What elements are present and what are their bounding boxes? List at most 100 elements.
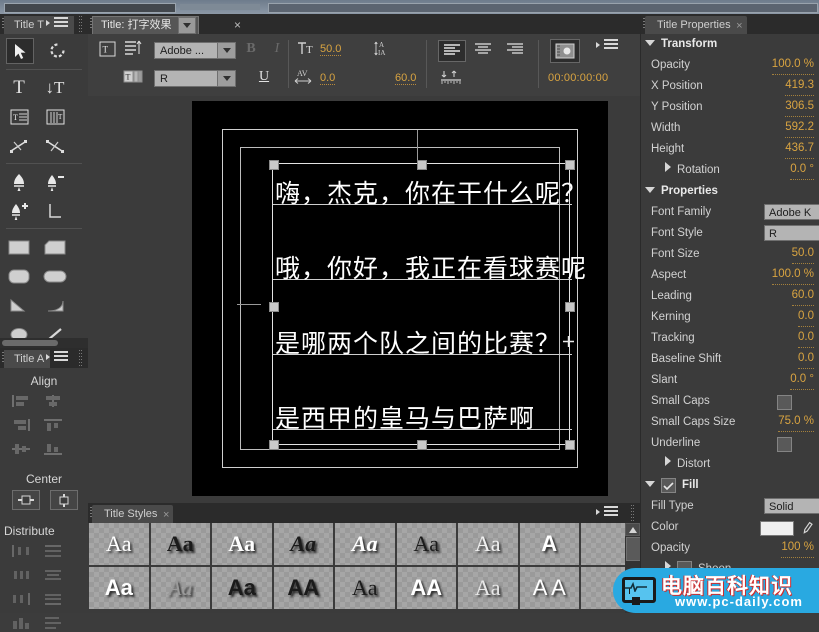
distribute-bottom-button[interactable] <box>40 590 66 608</box>
canvas-text-line-3[interactable]: 是哪两个队之间的比赛？ <box>275 324 561 360</box>
tab-title-styles[interactable]: Title Styles × <box>92 505 174 523</box>
chevron-down-icon[interactable] <box>645 187 655 193</box>
property-row[interactable]: Tracking 0.0 <box>641 328 819 349</box>
property-value[interactable]: 592.2 <box>785 118 814 138</box>
bold-button[interactable]: B <box>240 40 262 58</box>
style-swatch[interactable]: Aa <box>150 567 210 609</box>
property-row[interactable]: Font Family Adobe K <box>641 202 819 223</box>
style-swatch[interactable]: A A <box>519 567 579 609</box>
property-checkbox[interactable] <box>777 395 792 410</box>
wedge-tool[interactable] <box>6 293 32 317</box>
align-center-horizontal-button[interactable] <box>40 392 66 410</box>
style-swatch[interactable]: Aa <box>89 567 149 609</box>
arc-tool[interactable] <box>42 293 68 317</box>
property-combo[interactable]: Solid <box>764 498 819 514</box>
property-group-header[interactable]: Transform <box>641 34 819 55</box>
property-row[interactable]: Underline <box>641 433 819 454</box>
group-checkbox[interactable] <box>661 478 676 493</box>
chevron-right-icon[interactable] <box>665 456 671 466</box>
property-row[interactable]: Small Caps Size 75.0 % <box>641 412 819 433</box>
style-swatch[interactable]: Aa <box>150 523 210 565</box>
panel-dock-grip-icon[interactable] <box>78 350 83 366</box>
leading-value[interactable]: 60.0 <box>395 72 417 85</box>
type-tool[interactable]: T <box>6 76 32 100</box>
style-swatch[interactable]: Aa <box>458 523 518 565</box>
italic-button[interactable]: I <box>266 40 288 58</box>
style-swatch[interactable]: Aa <box>458 567 518 609</box>
vertical-type-tool[interactable]: ↓T <box>42 76 68 100</box>
property-value[interactable]: 100.0 % <box>771 265 814 285</box>
style-swatch[interactable]: Aa <box>212 523 272 565</box>
style-swatch[interactable]: Aa <box>335 567 395 609</box>
resize-handle-middle-left[interactable] <box>269 302 279 312</box>
chevron-down-icon[interactable] <box>645 481 655 487</box>
resize-handle-bottom-center[interactable] <box>417 440 427 450</box>
property-value[interactable]: 0.0 <box>798 328 814 348</box>
resize-handle-bottom-left[interactable] <box>269 440 279 450</box>
align-right-button[interactable] <box>8 416 34 434</box>
align-center-vertical-button[interactable] <box>8 440 34 458</box>
color-swatch[interactable] <box>760 521 794 536</box>
underline-button[interactable]: U <box>253 68 275 86</box>
distribute-center-vertical-button[interactable] <box>40 566 66 584</box>
clipped-corner-rectangle-tool[interactable] <box>42 235 68 259</box>
distribute-right-button[interactable] <box>8 590 34 608</box>
center-horizontally-button[interactable] <box>12 490 40 510</box>
canvas-text-line-1[interactable]: 嗨，杰克，你在干什么呢？ <box>275 174 587 210</box>
style-swatch[interactable] <box>581 523 625 565</box>
distribute-top-button[interactable] <box>40 542 66 560</box>
style-swatch[interactable]: Aa <box>89 523 149 565</box>
property-checkbox[interactable] <box>777 437 792 452</box>
property-value[interactable]: 0.0 ° <box>790 370 814 390</box>
property-value[interactable]: 436.7 <box>785 139 814 159</box>
panel-menu-icon[interactable] <box>596 506 618 520</box>
rounded-corner-rectangle-tool[interactable] <box>42 264 68 288</box>
property-row[interactable]: Width 592.2 <box>641 118 819 139</box>
canvas-text-line-2[interactable]: 哦，你好，我正在看球赛呢 <box>275 249 587 285</box>
property-combo[interactable]: R <box>764 225 819 241</box>
selection-tool[interactable] <box>6 38 34 64</box>
property-row[interactable]: Kerning 0.0 <box>641 307 819 328</box>
property-value[interactable]: 100.0 % <box>771 55 814 75</box>
resize-handle-top-left[interactable] <box>269 160 279 170</box>
property-row[interactable]: Y Position 306.5 <box>641 97 819 118</box>
property-group-header[interactable]: Fill <box>641 475 819 496</box>
style-swatch[interactable]: Aa <box>212 567 272 609</box>
distribute-horizontal-evenly-button[interactable] <box>8 614 34 632</box>
vertical-path-type-tool[interactable] <box>42 134 68 158</box>
tools-scrollbar-thumb[interactable] <box>2 340 58 346</box>
scroll-up-arrow-icon[interactable] <box>625 523 640 536</box>
style-swatch[interactable]: A <box>519 523 579 565</box>
area-type-tool[interactable]: T <box>6 105 32 129</box>
property-row[interactable]: Small Caps <box>641 391 819 412</box>
distribute-center-horizontal-button[interactable] <box>8 566 34 584</box>
align-left-icon[interactable] <box>438 40 466 62</box>
roll-crawl-direction-icon[interactable]: T <box>122 67 144 85</box>
style-swatch[interactable]: Aa <box>273 523 333 565</box>
convert-anchor-point-tool[interactable] <box>42 199 68 223</box>
property-row[interactable]: Height 436.7 <box>641 139 819 160</box>
panel-menu-icon[interactable] <box>46 17 68 31</box>
property-row[interactable]: Rotation 0.0 ° <box>641 160 819 181</box>
property-row[interactable]: Font Style R <box>641 223 819 244</box>
property-value[interactable]: 0.0 <box>798 307 814 327</box>
property-row[interactable]: Aspect 100.0 % <box>641 265 819 286</box>
font-family-combo[interactable]: Adobe ... <box>154 42 236 59</box>
resize-handle-top-center[interactable] <box>417 160 427 170</box>
pen-tool[interactable] <box>6 170 32 194</box>
vertical-area-type-tool[interactable]: T <box>42 105 68 129</box>
chevron-down-icon[interactable] <box>217 43 235 58</box>
distribute-vertical-evenly-button[interactable] <box>40 614 66 632</box>
kerning-value[interactable]: 0.0 <box>320 72 336 85</box>
align-top-button[interactable] <box>40 416 66 434</box>
align-bottom-button[interactable] <box>40 440 66 458</box>
resize-handle-bottom-right[interactable] <box>565 440 575 450</box>
show-background-video-icon[interactable] <box>550 39 580 63</box>
resize-handle-top-right[interactable] <box>565 160 575 170</box>
panel-menu-icon[interactable] <box>596 39 618 53</box>
panel-dock-grip-icon[interactable] <box>630 505 635 521</box>
styles-scrollbar-thumb[interactable] <box>626 537 641 561</box>
style-swatch[interactable]: Aa <box>335 523 395 565</box>
style-swatch[interactable]: AA <box>273 567 333 609</box>
text-object-bounding-box[interactable]: 嗨，杰克，你在干什么呢？ 哦，你好，我正在看球赛呢 是哪两个队之间的比赛？ 是西… <box>237 130 586 450</box>
